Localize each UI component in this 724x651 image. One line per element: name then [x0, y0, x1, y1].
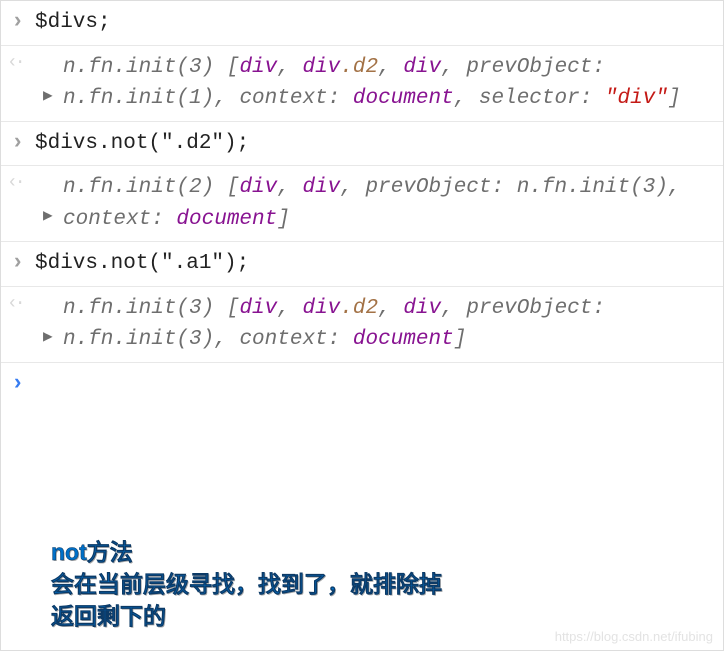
- token-dim: , selector:: [454, 87, 605, 110]
- token-purple: div: [302, 176, 340, 199]
- token-purple: document: [353, 87, 454, 110]
- expand-arrow-icon[interactable]: ▶: [43, 204, 53, 228]
- token-dim: n.fn.init(2) [: [63, 176, 239, 199]
- token-purple: div: [239, 56, 277, 79]
- token-dim: n.fn.init(3): [517, 176, 668, 199]
- token-dim: pre: [466, 297, 504, 320]
- token-dim: ,: [378, 297, 403, 320]
- token-dim: ]: [454, 328, 467, 351]
- console-output-block[interactable]: ▶n.fn.init(3) [div, div.d2, div, prevObj…: [35, 52, 715, 115]
- annotation-line: not方法: [51, 536, 442, 568]
- console-input-code: $divs.not(".d2");: [35, 132, 249, 155]
- console-output-block[interactable]: ▶n.fn.init(2) [div, div, prevObject: n.f…: [35, 172, 715, 235]
- token-dim: vObject:: [504, 56, 605, 79]
- token-dim: ,: [277, 176, 302, 199]
- token-dim: n.fn.init(1): [63, 87, 214, 110]
- token-purple: document: [353, 328, 454, 351]
- token-dim: ,: [277, 56, 302, 79]
- token-dim: vObject:: [504, 297, 605, 320]
- console-row-input: $divs;: [1, 1, 723, 46]
- token-purple: document: [176, 208, 277, 231]
- token-dim: ]: [277, 208, 290, 231]
- token-red: "div": [605, 87, 668, 110]
- token-dim: n.fn.init(3): [63, 328, 214, 351]
- console-row-prompt[interactable]: [1, 363, 723, 503]
- console-row-output: ▶n.fn.init(3) [div, div.d2, div, prevObj…: [1, 287, 723, 363]
- token-dim: pre: [466, 56, 504, 79]
- token-dim: , context:: [214, 87, 353, 110]
- token-dim: n.fn.init(3) [: [63, 297, 239, 320]
- console-input-code: $divs.not(".a1");: [35, 252, 249, 275]
- console-panel: $divs;▶n.fn.init(3) [div, div.d2, div, p…: [1, 1, 723, 503]
- token-dim: ,: [441, 56, 466, 79]
- token-purple: div: [302, 297, 340, 320]
- token-purple: div: [403, 297, 441, 320]
- token-brown: .: [340, 56, 353, 79]
- console-output-block[interactable]: ▶n.fn.init(3) [div, div.d2, div, prevObj…: [35, 293, 715, 356]
- token-purple: div: [239, 176, 277, 199]
- annotation-line: 会在当前层级寻找，找到了，就排除掉: [51, 568, 442, 600]
- console-row-output: ▶n.fn.init(2) [div, div, prevObject: n.f…: [1, 166, 723, 242]
- expand-arrow-icon[interactable]: ▶: [43, 325, 53, 349]
- annotation-line: 返回剩下的: [51, 600, 442, 632]
- console-input-code: $divs;: [35, 11, 111, 34]
- token-dim: , prevObject:: [340, 176, 516, 199]
- token-purple: div: [302, 56, 340, 79]
- token-dim: ,: [441, 297, 466, 320]
- token-brown: d2: [353, 297, 378, 320]
- token-brown: .: [340, 297, 353, 320]
- watermark-text: https://blog.csdn.net/ifubing: [555, 629, 713, 644]
- token-purple: div: [403, 56, 441, 79]
- token-dim: ,: [277, 297, 302, 320]
- console-row-input: $divs.not(".d2");: [1, 122, 723, 167]
- console-row-input: $divs.not(".a1");: [1, 242, 723, 287]
- expand-arrow-icon[interactable]: ▶: [43, 84, 53, 108]
- token-dim: ,: [378, 56, 403, 79]
- token-brown: d2: [353, 56, 378, 79]
- console-row-output: ▶n.fn.init(3) [div, div.d2, div, prevObj…: [1, 46, 723, 122]
- token-dim: ]: [668, 87, 681, 110]
- token-purple: div: [239, 297, 277, 320]
- token-dim: , context:: [214, 328, 353, 351]
- token-dim: n.fn.init(3) [: [63, 56, 239, 79]
- annotation-overlay: not方法 会在当前层级寻找，找到了，就排除掉 返回剩下的: [51, 536, 442, 633]
